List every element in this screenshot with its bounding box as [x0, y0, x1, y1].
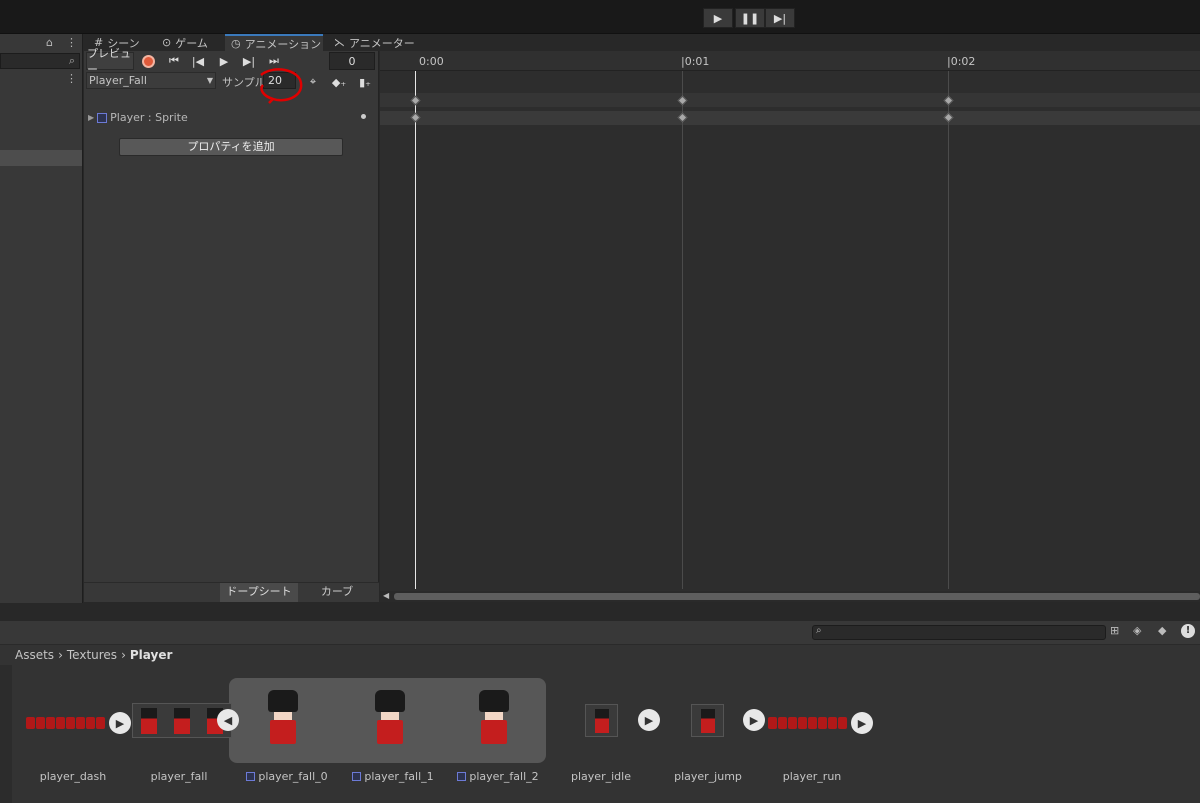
scrollbar-thumb[interactable] — [394, 593, 1200, 600]
asset-label[interactable]: player_fall — [136, 770, 222, 783]
asset-player-run[interactable]: ▶ — [768, 712, 873, 734]
expand-play-icon[interactable]: ▶ — [638, 709, 660, 731]
dopesheet-tab[interactable]: ドープシート — [220, 583, 298, 602]
tick-label: |0:01 — [681, 55, 710, 68]
lock-icon[interactable]: ⌂ — [46, 36, 53, 49]
preview-button[interactable]: プレビュー — [86, 47, 134, 76]
tab-game[interactable]: ⊙ ゲーム — [156, 34, 214, 51]
time-ruler[interactable]: 0:00 |0:01 |0:02 — [380, 51, 1200, 71]
curves-tab[interactable]: カーブ — [298, 583, 376, 602]
breadcrumb-current[interactable]: Player — [130, 648, 173, 662]
project-left-edge — [0, 665, 12, 803]
sprite-thumbnail-fall-0[interactable] — [265, 690, 301, 752]
timeline-grid-line — [682, 71, 683, 589]
prev-key-button[interactable]: |◀ — [188, 52, 208, 70]
asset-label[interactable]: player_run — [772, 770, 852, 783]
timeline-grid-line — [948, 71, 949, 589]
warning-icon[interactable]: ! — [1181, 624, 1195, 638]
clock-icon: ◷ — [231, 37, 241, 50]
annotation-circle — [260, 68, 303, 104]
tab-animation[interactable]: ◷ アニメーション — [225, 34, 323, 51]
character-sprite — [594, 708, 609, 733]
step-button[interactable]: ▶| — [765, 8, 795, 28]
asset-label[interactable]: player_dash — [28, 770, 118, 783]
chevron-right-icon: › — [58, 648, 63, 662]
breadcrumb: Assets › Textures › Player — [0, 645, 1200, 665]
asset-player-dash[interactable]: ▶ — [26, 712, 131, 734]
search-window-icon[interactable]: ⊞ — [1110, 624, 1119, 637]
expand-play-icon[interactable]: ▶ — [109, 712, 131, 734]
animation-controls-panel: プレビュー ⏮ |◀ ▶ ▶| ⏭ 0 Player_Fall ▼ サンプル 20… — [84, 47, 379, 602]
sprite-renderer-icon — [97, 112, 108, 123]
horizontal-scrollbar[interactable]: ◀ — [380, 591, 1200, 602]
add-property-button[interactable]: プロパティを追加 — [119, 138, 343, 156]
search-icon: ⌕ — [816, 625, 822, 636]
sprite-thumbnail-fall-2[interactable] — [476, 690, 512, 752]
record-button[interactable] — [138, 52, 158, 70]
add-keyframe-icon[interactable]: ◆₊ — [330, 73, 348, 91]
chevron-right-icon: › — [121, 648, 126, 662]
play-animation-button[interactable]: ▶ — [214, 52, 234, 70]
first-key-button[interactable]: ⏮ — [164, 52, 184, 70]
project-tab-strip — [0, 603, 1200, 621]
hierarchy-panel: ⌂ ⋮ ⌕ ⋮ — [0, 34, 83, 603]
summary-key-row[interactable] — [380, 93, 1200, 107]
project-search-input[interactable]: ⌕ — [812, 625, 1106, 640]
filter-type-icon[interactable]: ◈ — [1133, 624, 1141, 637]
hierarchy-selected-row[interactable] — [0, 150, 82, 166]
sprite-icon — [246, 772, 256, 781]
asset-label[interactable]: player_fall_0 — [246, 770, 328, 783]
tag-icon[interactable]: ◆ — [1158, 624, 1166, 637]
asset-label[interactable]: player_fall_2 — [457, 770, 539, 783]
expand-play-icon[interactable]: ▶ — [851, 712, 873, 734]
animator-icon: ⋋ — [334, 36, 345, 49]
character-sprite — [141, 707, 158, 734]
play-button[interactable]: ▶ — [703, 8, 733, 28]
view-mode-bar: ドープシート カーブ — [84, 582, 379, 602]
scroll-left-icon[interactable]: ◀ — [383, 591, 389, 600]
hierarchy-search-input[interactable]: ⌕ — [0, 53, 80, 69]
sprite-thumbnail-fall-1[interactable] — [372, 690, 408, 752]
chevron-down-icon: ▼ — [206, 76, 213, 85]
sprite-icon — [352, 772, 362, 781]
breadcrumb-item[interactable]: Assets — [15, 648, 54, 662]
asset-label[interactable]: player_jump — [667, 770, 749, 783]
crosshair-icon[interactable]: ⌖ — [304, 73, 322, 91]
tick-label: |0:02 — [947, 55, 976, 68]
property-row[interactable]: ▶ Player : Sprite — [88, 111, 188, 124]
play-toolbar: ▶ ❚❚ ▶| — [0, 0, 1200, 34]
asset-label[interactable]: player_idle — [560, 770, 642, 783]
project-toolbar: ⌕ ⊞ ◈ ◆ ! — [0, 621, 1200, 645]
character-sprite — [700, 708, 715, 733]
window-tabs: # シーン ⊙ ゲーム ◷ アニメーション ⋋ アニメーター — [84, 34, 1200, 51]
asset-player-jump[interactable] — [691, 704, 724, 737]
collapse-play-icon[interactable]: ◀ — [217, 709, 239, 731]
playhead[interactable] — [415, 71, 416, 589]
asset-player-idle[interactable] — [585, 704, 618, 737]
pause-button[interactable]: ❚❚ — [735, 8, 765, 28]
asset-label[interactable]: player_fall_1 — [352, 770, 434, 783]
expand-arrow-icon[interactable]: ▶ — [88, 113, 94, 122]
sprite-strip-thumbnail — [26, 717, 105, 729]
tab-animator[interactable]: ⋋ アニメーター — [328, 34, 421, 51]
sprite-key-row[interactable] — [380, 111, 1200, 125]
timeline-panel[interactable]: 0:00 |0:01 |0:02 ◀ — [380, 51, 1200, 602]
record-icon — [141, 54, 155, 68]
clip-dropdown[interactable]: Player_Fall ▼ — [86, 72, 216, 89]
search-icon: ⌕ — [68, 54, 75, 67]
breadcrumb-item[interactable]: Textures — [67, 648, 117, 662]
property-options-icon[interactable] — [361, 114, 366, 119]
gamepad-icon: ⊙ — [162, 36, 172, 49]
expand-play-icon[interactable]: ▶ — [743, 709, 765, 731]
sprite-strip-thumbnail — [768, 717, 847, 729]
tick-label: 0:00 — [419, 55, 444, 68]
frame-field[interactable]: 0 — [329, 52, 375, 70]
add-event-icon[interactable]: ▮₊ — [356, 73, 374, 91]
kebab-icon[interactable]: ⋮ — [66, 72, 77, 85]
menu-icon[interactable]: ⋮ — [66, 36, 77, 49]
sprite-icon — [457, 772, 467, 781]
character-sprite — [173, 707, 190, 734]
